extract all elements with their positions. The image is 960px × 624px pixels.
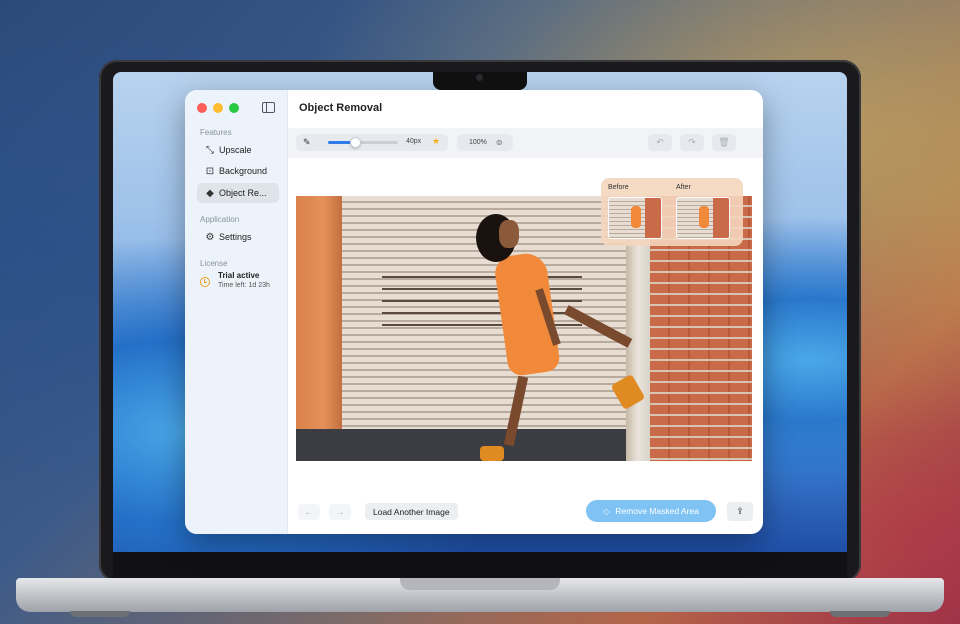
redo-button[interactable]: ↷: [680, 134, 704, 151]
undo-icon: ↶: [656, 137, 664, 147]
brush-size-slider[interactable]: [328, 137, 398, 148]
minimize-window-button[interactable]: [213, 103, 223, 113]
clock-icon: [200, 277, 210, 287]
zoom-control[interactable]: 100% ⊚: [457, 134, 513, 151]
sidebar-toggle-icon[interactable]: [262, 102, 275, 113]
trash-icon: 🗑: [718, 137, 730, 147]
thumbnail-person: [631, 206, 641, 228]
previous-button[interactable]: ←: [298, 504, 320, 520]
zoom-value: 100%: [469, 139, 487, 146]
star-icon[interactable]: ★: [432, 136, 440, 147]
sidebar-item-settings[interactable]: ⚙ Settings: [197, 227, 279, 247]
eraser-icon: ◇: [603, 506, 610, 516]
toolbar: ✎ 40px ★ 100% ⊚ ↶ ↷ 🗑: [288, 128, 763, 158]
export-button[interactable]: ⇪: [727, 502, 753, 521]
load-another-image-button[interactable]: Load Another Image: [365, 503, 458, 520]
laptop-bezel: [113, 552, 847, 578]
share-icon: ⇪: [736, 506, 744, 516]
thumbnail-wall: [645, 198, 661, 238]
license-title: Trial active: [218, 271, 260, 280]
photo-ground: [296, 429, 650, 461]
photo-person-boot: [480, 446, 504, 461]
brush-size-value: 40px: [406, 138, 422, 145]
laptop-foot-right: [830, 611, 890, 617]
background-portrait-icon: ⊡: [205, 165, 215, 177]
photo-vent: [382, 300, 582, 302]
eraser-icon: ◆: [206, 187, 214, 199]
before-thumbnail[interactable]: [608, 197, 662, 239]
redo-icon: ↷: [688, 137, 696, 147]
gear-icon: ⚙: [205, 231, 215, 243]
section-label-features: Features: [200, 128, 232, 137]
sidebar-item-label: Background: [219, 166, 268, 176]
undo-button[interactable]: ↶: [648, 134, 672, 151]
next-button[interactable]: →: [329, 504, 351, 520]
sidebar: Features ⤡ Upscale ⊡ Background ◆ Object…: [185, 90, 288, 534]
photo-pillar: [296, 196, 342, 439]
app-window: Features ⤡ Upscale ⊡ Background ◆ Object…: [185, 90, 763, 534]
close-window-button[interactable]: [197, 103, 207, 113]
brush-size-control: ✎ 40px ★: [296, 134, 448, 151]
sidebar-item-object-removal[interactable]: ◆ Object Re...: [197, 183, 279, 203]
arrow-right-icon: →: [335, 506, 345, 518]
camera-icon: [476, 74, 483, 81]
photo-vent: [382, 276, 582, 278]
arrow-left-icon: ←: [304, 506, 314, 518]
section-label-license: License: [200, 259, 228, 268]
delete-button[interactable]: 🗑: [712, 134, 736, 151]
sidebar-item-label: Object Re...: [219, 188, 267, 198]
photo-person-face: [499, 220, 519, 248]
before-after-panel: Before After: [601, 178, 743, 246]
sidebar-item-upscale[interactable]: ⤡ Upscale: [197, 140, 279, 160]
photo-vent: [382, 288, 582, 290]
thumbnail-wall: [713, 198, 729, 238]
expand-arrows-icon: ⤡: [206, 144, 214, 156]
laptop-base-notch: [400, 578, 560, 590]
zoom-reset-icon[interactable]: ⊚: [496, 138, 503, 147]
license-time-left: Time left: 1d 23h: [218, 282, 270, 289]
sidebar-item-label: Upscale: [219, 145, 252, 155]
before-label: Before: [608, 184, 629, 191]
sidebar-item-background[interactable]: ⊡ Background: [197, 161, 279, 181]
remove-button-label: Remove Masked Area: [615, 506, 699, 516]
after-thumbnail[interactable]: [676, 197, 730, 239]
section-label-application: Application: [200, 215, 240, 224]
after-label: After: [676, 184, 691, 191]
remove-masked-area-button[interactable]: ◇ Remove Masked Area: [586, 500, 716, 522]
footer-bar: ← → Load Another Image ◇ Remove Masked A…: [288, 496, 763, 534]
slider-handle[interactable]: [349, 137, 361, 148]
zoom-window-button[interactable]: [229, 103, 239, 113]
page-title: Object Removal: [299, 102, 383, 114]
license-status: Trial active Time left: 1d 23h: [200, 271, 270, 289]
sidebar-item-label: Settings: [219, 232, 252, 242]
thumbnail-person: [699, 206, 709, 228]
brush-icon: ✎: [303, 137, 311, 147]
laptop-foot-left: [70, 611, 130, 617]
